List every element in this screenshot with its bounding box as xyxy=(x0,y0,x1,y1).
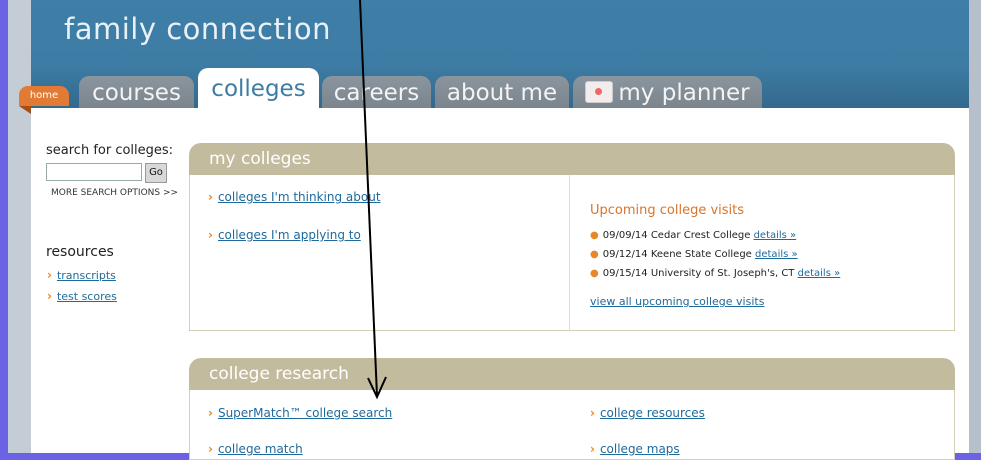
college-research-panel: › SuperMatch™ college search › college mat… xyxy=(189,390,955,460)
colleges-applying-to-link[interactable]: › colleges I'm applying to xyxy=(208,228,361,242)
chevron-right-icon: › xyxy=(208,190,213,204)
resource-label: test scores xyxy=(56,290,117,303)
chevron-right-icon: › xyxy=(208,228,213,242)
upcoming-visits-heading: Upcoming college visits xyxy=(590,203,745,218)
chevron-right-icon: › xyxy=(47,289,52,303)
chevron-right-icon: › xyxy=(590,406,595,420)
tab-home[interactable]: home xyxy=(19,86,69,106)
colleges-thinking-about-link[interactable]: › colleges I'm thinking about xyxy=(208,190,381,204)
tab-about-me[interactable]: about me xyxy=(435,76,569,108)
link-label: SuperMatch™ college search xyxy=(217,406,393,420)
college-research-title: college research xyxy=(209,364,349,384)
visit-details-link[interactable]: details » xyxy=(754,230,797,241)
main-content: search for colleges: Go MORE SEARCH OPTI… xyxy=(31,108,969,460)
tab-colleges-label: colleges xyxy=(211,76,306,102)
tab-my-planner-label: my planner xyxy=(618,80,750,106)
search-label: search for colleges: xyxy=(46,143,174,158)
planner-icon xyxy=(585,81,614,103)
my-colleges-title: my colleges xyxy=(209,149,311,169)
resource-label: transcripts xyxy=(56,269,116,282)
visit-text: 09/12/14 Keene State College xyxy=(602,249,752,260)
right-border-strip xyxy=(969,0,981,453)
my-colleges-panel: › colleges I'm thinking about › colleges I… xyxy=(189,175,955,331)
tab-about-me-label: about me xyxy=(446,80,558,106)
home-tab-fold xyxy=(19,106,31,114)
visit-text: 09/09/14 Cedar Crest College xyxy=(602,230,751,241)
college-maps-link[interactable]: › college maps xyxy=(590,442,680,456)
college-match-link[interactable]: › college match xyxy=(208,442,303,456)
tab-courses-label: courses xyxy=(92,80,181,106)
my-colleges-panel-header: my colleges xyxy=(189,143,955,175)
link-label: colleges I'm thinking about xyxy=(217,190,381,204)
link-label: college maps xyxy=(599,442,680,456)
bullet-icon: ● xyxy=(590,230,599,241)
go-button[interactable]: Go xyxy=(145,163,167,183)
chevron-right-icon: › xyxy=(208,406,213,420)
visit-item: ● 09/15/14 University of St. Joseph's, CT… xyxy=(590,268,840,279)
link-label: college match xyxy=(217,442,303,456)
app-title: family connection xyxy=(64,12,332,46)
bullet-icon: ● xyxy=(590,268,599,279)
college-research-panel-header: college research xyxy=(189,358,955,390)
tab-careers[interactable]: careers xyxy=(322,76,431,108)
college-resources-link[interactable]: › college resources xyxy=(590,406,705,420)
panel-divider xyxy=(569,175,570,330)
visit-details-link[interactable]: details » xyxy=(755,249,798,260)
chevron-right-icon: › xyxy=(590,442,595,456)
link-label: colleges I'm applying to xyxy=(217,228,361,242)
link-label: college resources xyxy=(599,406,705,420)
resources-heading: resources xyxy=(46,244,114,260)
tab-careers-label: careers xyxy=(333,80,420,106)
chevron-right-icon: › xyxy=(208,442,213,456)
visit-item: ● 09/12/14 Keene State College details » xyxy=(590,249,798,260)
view-all-visits-link[interactable]: view all upcoming college visits xyxy=(590,295,764,308)
visit-text: 09/15/14 University of St. Joseph's, CT xyxy=(602,268,795,279)
resource-link-test-scores[interactable]: › test scores xyxy=(47,289,117,303)
tab-courses[interactable]: courses xyxy=(79,76,194,108)
visit-item: ● 09/09/14 Cedar Crest College details » xyxy=(590,230,796,241)
supermatch-search-link[interactable]: › SuperMatch™ college search xyxy=(208,406,392,420)
chevron-right-icon: › xyxy=(47,268,52,282)
bullet-icon: ● xyxy=(590,249,599,260)
tab-colleges[interactable]: colleges xyxy=(198,68,319,110)
tab-my-planner[interactable]: my planner xyxy=(573,76,762,108)
visit-details-link[interactable]: details » xyxy=(798,268,841,279)
college-search-input[interactable] xyxy=(46,163,142,181)
more-search-options-link[interactable]: MORE SEARCH OPTIONS >> xyxy=(51,188,178,198)
left-border-strip xyxy=(8,0,31,453)
resource-link-transcripts[interactable]: › transcripts xyxy=(47,268,116,282)
